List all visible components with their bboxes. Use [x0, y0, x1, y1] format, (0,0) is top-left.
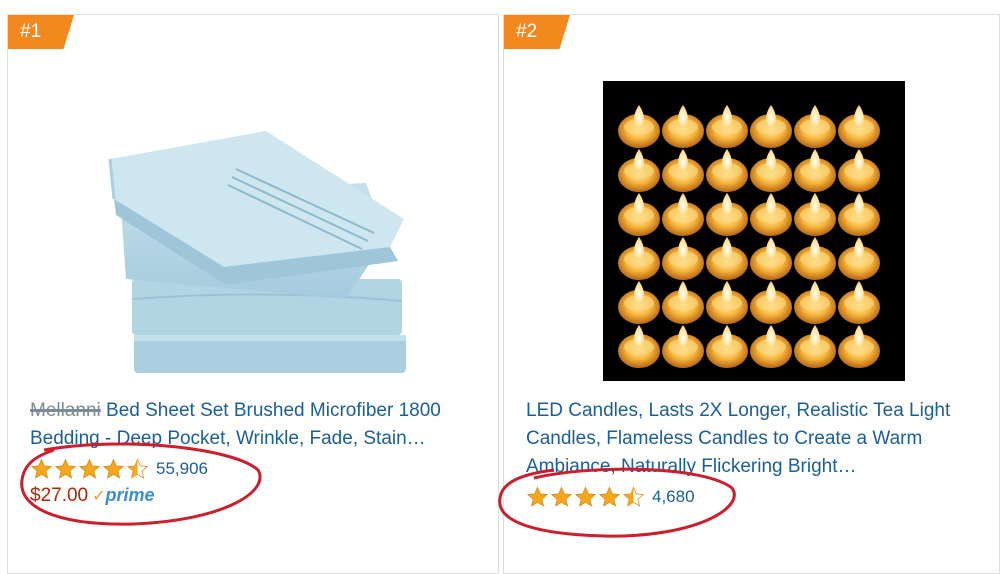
bed-sheet-image[interactable]: [106, 129, 412, 375]
product-title: LED Candles, Lasts 2X Longer, Realistic …: [526, 400, 951, 477]
star-full-icon: [574, 486, 597, 507]
star-full-icon: [102, 458, 125, 479]
product-card-1[interactable]: #1 Mellanni Bed Sheet Set Brushed Microf…: [7, 14, 499, 574]
star-full-icon: [550, 486, 573, 507]
prime-badge: prime: [105, 485, 155, 505]
star-rating: [526, 486, 646, 508]
rating-row[interactable]: 55,906: [30, 458, 208, 480]
review-count-link[interactable]: 4,680: [652, 487, 695, 507]
product-brand: Mellanni: [30, 400, 101, 421]
rank-badge: #2: [504, 15, 570, 49]
star-half-icon: [126, 458, 149, 479]
product-price: $27.00: [30, 485, 89, 506]
price-row: $27.00 ✓ prime: [30, 485, 155, 507]
star-half-icon: [622, 486, 645, 507]
star-full-icon: [78, 458, 101, 479]
star-full-icon: [598, 486, 621, 507]
product-title-link[interactable]: Mellanni Bed Sheet Set Brushed Microfibe…: [30, 397, 480, 455]
led-candles-image[interactable]: [603, 81, 905, 381]
star-rating: [30, 458, 150, 480]
star-full-icon: [526, 486, 549, 507]
star-full-icon: [54, 458, 77, 479]
prime-check-icon: ✓: [92, 488, 106, 505]
product-title-link[interactable]: LED Candles, Lasts 2X Longer, Realistic …: [526, 397, 981, 483]
rank-badge: #1: [8, 15, 74, 49]
star-full-icon: [30, 458, 53, 479]
rating-row[interactable]: 4,680: [526, 486, 695, 508]
product-card-2[interactable]: #2 LED Candles, Lasts 2X Longer, Realist…: [503, 14, 1000, 574]
review-count-link[interactable]: 55,906: [156, 459, 208, 479]
